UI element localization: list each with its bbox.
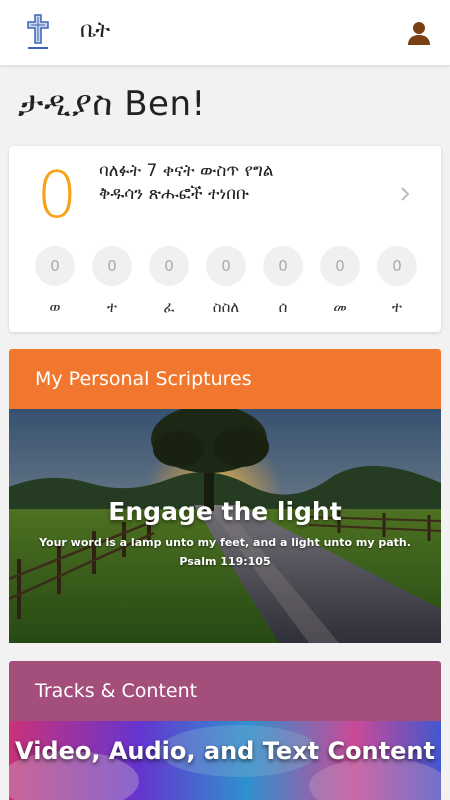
day-label: ሰ <box>278 298 288 316</box>
day-label: ተ <box>391 298 403 316</box>
page-title: ቤት <box>80 18 111 43</box>
day-item: 0 ተ <box>377 246 417 316</box>
tracks-heading: Video, Audio, and Text Content <box>15 737 435 765</box>
read-description: ባለፉት 7 ቀናት ውስጥ የግል ቅዱሳን ጽሑፎች ተነበቡ <box>99 161 274 204</box>
read-count: 0 <box>36 159 78 233</box>
day-count: 0 <box>377 246 417 286</box>
day-item: 0 ወ <box>35 246 75 316</box>
greeting: ታዲያስ Ben! <box>18 84 206 124</box>
day-item: 0 ፈ <box>149 246 189 316</box>
reading-stats-card[interactable]: 0 ባለፉት 7 ቀናት ውስጥ የግል ቅዱሳን ጽሑፎች ተነበቡ 0 ወ … <box>9 146 441 332</box>
day-count: 0 <box>35 246 75 286</box>
weekday-tracker: 0 ወ 0 ተ 0 ፈ 0 ስስለ 0 ሰ 0 መ 0 ተ <box>35 246 421 316</box>
tracks-banner[interactable]: Video, Audio, and Text Content <box>9 721 441 800</box>
user-icon[interactable] <box>406 20 432 46</box>
scripture-panel-title: My Personal Scriptures <box>35 368 252 390</box>
scripture-banner-text: Engage the light Your word is a lamp unt… <box>9 497 441 568</box>
scripture-panel[interactable]: My Personal Scriptures Engage the light … <box>9 349 441 643</box>
day-label: ስስለ <box>212 298 240 316</box>
day-item: 0 ሰ <box>263 246 303 316</box>
day-label: መ <box>333 298 347 316</box>
day-count: 0 <box>206 246 246 286</box>
day-label: ወ <box>49 298 61 316</box>
tracks-panel[interactable]: Tracks & Content Video, Audio, and Text … <box>9 661 441 800</box>
app-bar: ቤት <box>0 0 450 66</box>
scripture-heading: Engage the light <box>108 497 342 526</box>
day-item: 0 ተ <box>92 246 132 316</box>
scripture-panel-header[interactable]: My Personal Scriptures <box>9 349 441 409</box>
tracks-panel-header[interactable]: Tracks & Content <box>9 661 441 721</box>
cross-logo-icon[interactable] <box>22 13 54 53</box>
day-count: 0 <box>92 246 132 286</box>
day-count: 0 <box>149 246 189 286</box>
day-label: ፈ <box>163 298 175 316</box>
chevron-right-icon[interactable] <box>399 186 411 202</box>
scripture-reference: Psalm 119:105 <box>179 555 271 568</box>
scripture-banner[interactable]: Engage the light Your word is a lamp unt… <box>9 409 441 643</box>
day-label: ተ <box>106 298 118 316</box>
scripture-verse: Your word is a lamp unto my feet, and a … <box>39 536 411 549</box>
tracks-panel-title: Tracks & Content <box>35 680 198 702</box>
day-count: 0 <box>263 246 303 286</box>
day-count: 0 <box>320 246 360 286</box>
day-item: 0 ስስለ <box>206 246 246 316</box>
day-item: 0 መ <box>320 246 360 316</box>
